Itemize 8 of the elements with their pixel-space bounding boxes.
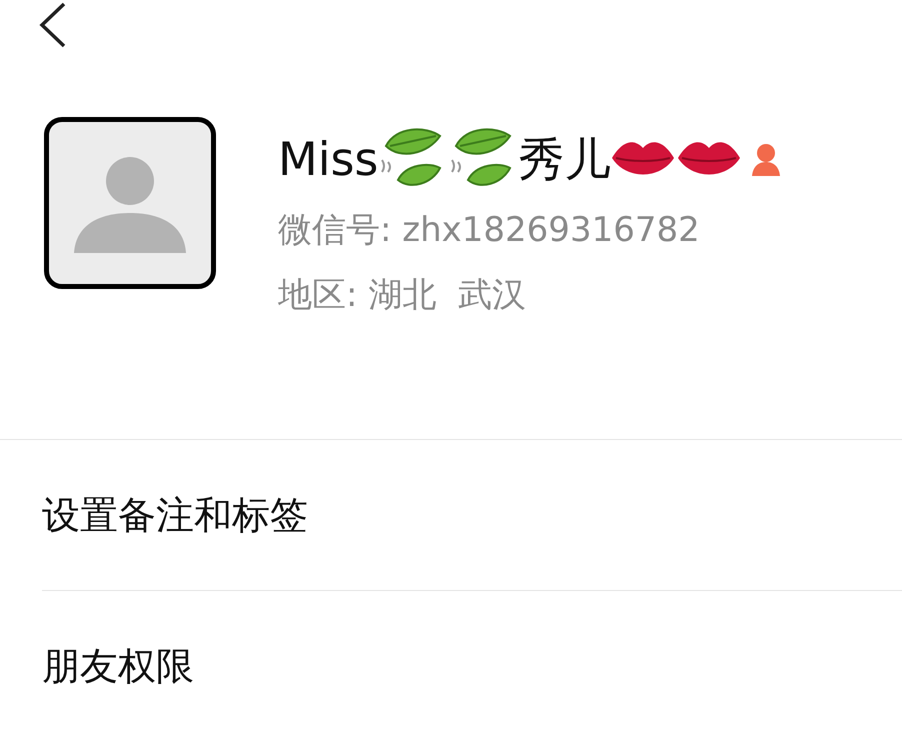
- region: 地区: 湖北 武汉: [278, 274, 527, 317]
- menu-item[interactable]: 设置备注和标签: [42, 440, 902, 590]
- contact-name: 秀儿: [518, 130, 610, 188]
- female-icon: [750, 142, 782, 176]
- back-icon[interactable]: [38, 2, 68, 48]
- wechat-id: 微信号: zhx18269316782: [278, 209, 701, 252]
- menu-item[interactable]: 朋友权限: [42, 591, 902, 741]
- contact-name: Miss: [278, 130, 378, 188]
